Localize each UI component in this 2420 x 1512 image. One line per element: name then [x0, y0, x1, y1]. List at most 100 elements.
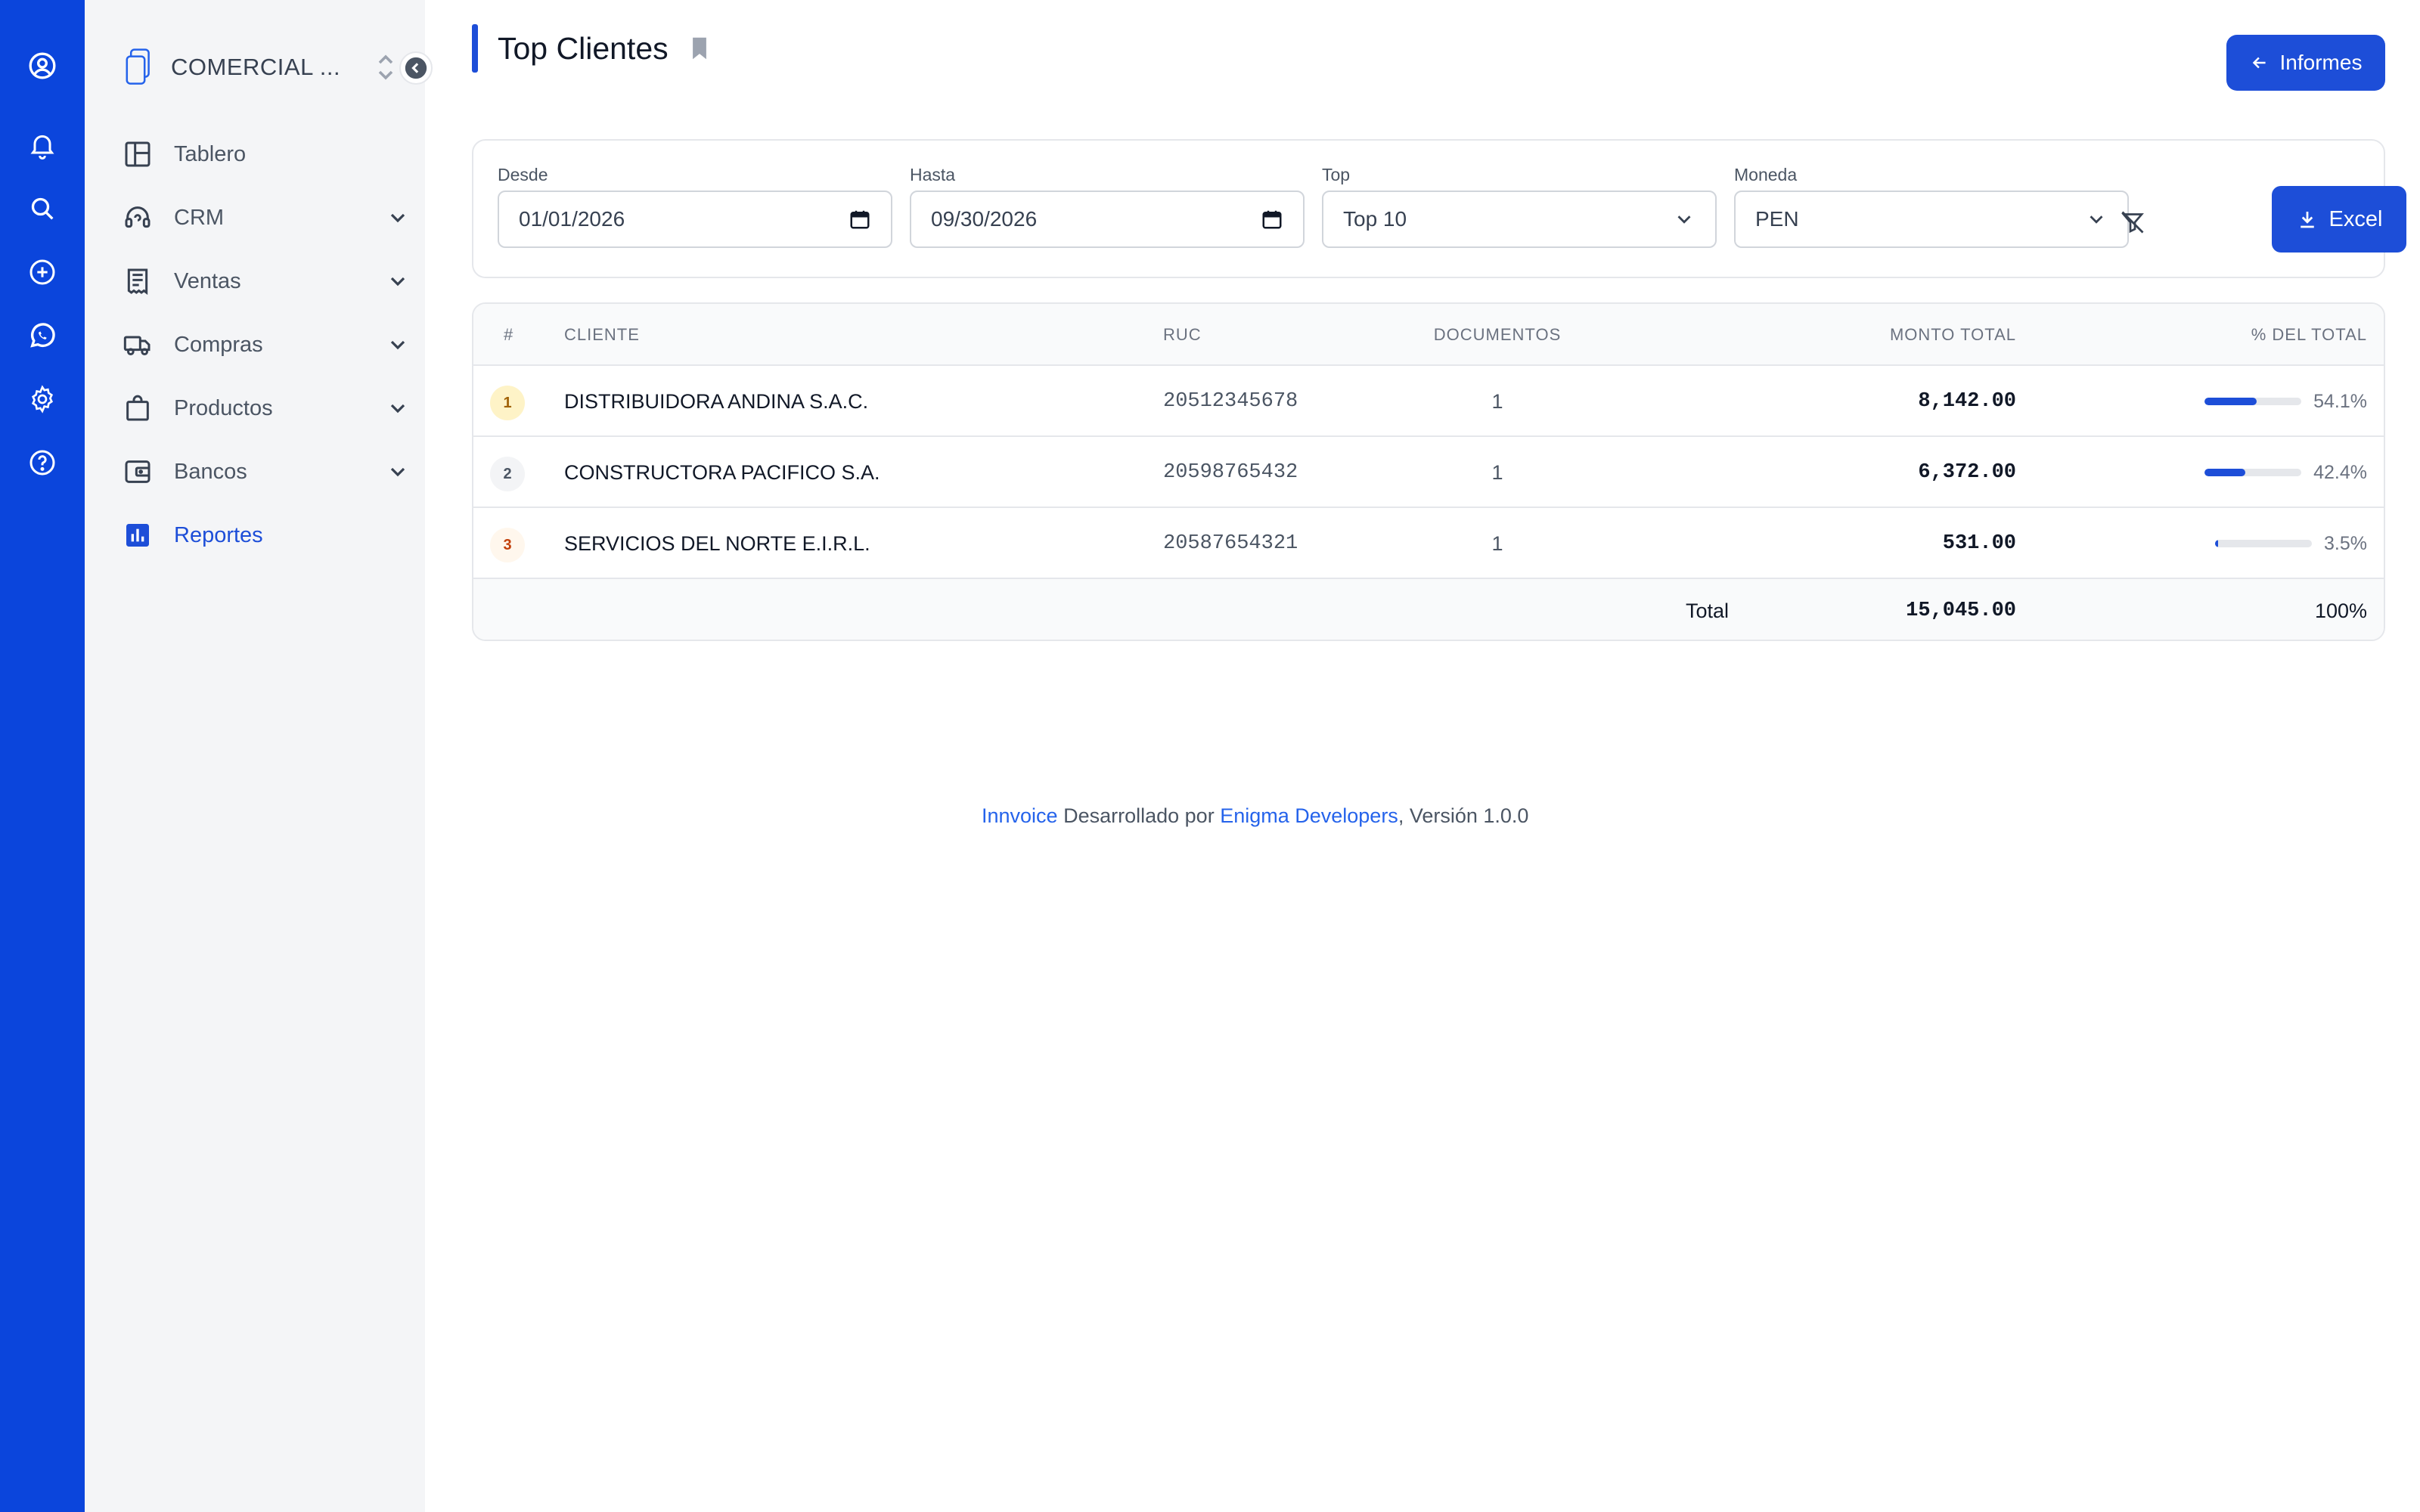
- moneda-select[interactable]: PEN: [1734, 191, 2129, 248]
- bar-chart-icon: [126, 524, 149, 547]
- sidebar-item-label: Productos: [174, 395, 273, 420]
- pct-bar-track: [2204, 469, 2302, 476]
- clear-filters-button[interactable]: [2116, 206, 2149, 239]
- whatsapp-icon[interactable]: [27, 321, 57, 351]
- help-icon[interactable]: [27, 448, 57, 478]
- col-pct: % DEL TOTAL: [2251, 325, 2367, 344]
- page-footer: Innvoice Desarrollado por Enigma Develop…: [982, 804, 1528, 828]
- col-monto: MONTO TOTAL: [1889, 325, 2016, 344]
- back-to-informes-button[interactable]: Informes: [2226, 35, 2385, 91]
- bookmark-icon[interactable]: [690, 36, 709, 60]
- company-selector[interactable]: COMERCIAL ...: [123, 44, 402, 91]
- top-field: Top Top 10: [1322, 165, 1717, 248]
- col-ruc: RUC: [1163, 325, 1202, 344]
- documentos-value: 1: [1491, 390, 1503, 413]
- pct-cell: 3.5%: [2215, 508, 2367, 579]
- gear-icon[interactable]: [27, 384, 57, 414]
- sidebar-item-ventas[interactable]: Ventas: [123, 249, 410, 313]
- desde-field: Desde 01/01/2026: [498, 165, 892, 248]
- sidebar-item-compras[interactable]: Compras: [123, 313, 410, 376]
- ruc-value: 20598765432: [1163, 461, 1298, 484]
- sidebar-item-label: Tablero: [174, 141, 247, 166]
- download-icon: [2300, 212, 2314, 228]
- documentos-value: 1: [1491, 461, 1503, 484]
- pct-value: 3.5%: [2324, 532, 2367, 554]
- hasta-date-input[interactable]: 09/30/2026: [910, 191, 1305, 248]
- export-excel-button[interactable]: Excel: [2272, 186, 2406, 253]
- top-clients-table: # CLIENTE RUC DOCUMENTOS MONTO TOTAL % D…: [472, 302, 2385, 641]
- chevron-down-icon: [390, 213, 405, 223]
- table-row[interactable]: 1 DISTRIBUIDORA ANDINA S.A.C. 2051234567…: [473, 366, 2384, 437]
- bell-icon[interactable]: [27, 130, 57, 160]
- chevron-down-icon: [390, 277, 405, 287]
- footer-text: Desarrollado por: [1057, 804, 1221, 827]
- pct-bar-fill: [2204, 469, 2246, 476]
- pct-cell: 42.4%: [2204, 437, 2367, 508]
- rank-badge: 2: [490, 457, 525, 491]
- pct-bar-fill: [2215, 540, 2219, 547]
- user-circle-icon[interactable]: [27, 51, 57, 81]
- page-title: Top Clientes: [498, 30, 669, 66]
- sidebar-nav: Tablero CRM Ventas Compras Productos Ban…: [123, 122, 410, 567]
- brand-link[interactable]: Innvoice: [982, 804, 1058, 827]
- moneda-label: Moneda: [1734, 165, 1798, 184]
- sidebar-item-reportes[interactable]: Reportes: [123, 503, 410, 567]
- pct-bar-track: [2204, 398, 2302, 405]
- sidebar-item-bancos[interactable]: Bancos: [123, 440, 410, 503]
- rank-badge: 3: [490, 528, 525, 562]
- hasta-field: Hasta 09/30/2026: [910, 165, 1305, 248]
- receipt-icon: [127, 268, 148, 295]
- developer-link[interactable]: Enigma Developers: [1220, 804, 1398, 827]
- page-header: Top Clientes: [472, 24, 709, 73]
- cliente-name: CONSTRUCTORA PACIFICO S.A.: [564, 461, 880, 484]
- sidebar-item-crm[interactable]: CRM: [123, 186, 410, 249]
- company-icon: [126, 48, 150, 85]
- sidebar-item-productos[interactable]: Productos: [123, 376, 410, 440]
- search-icon[interactable]: [27, 194, 57, 224]
- headset-icon: [125, 206, 150, 228]
- desde-date-input[interactable]: 01/01/2026: [498, 191, 892, 248]
- pct-bar-track: [2215, 540, 2313, 547]
- monto-value: 531.00: [1942, 532, 2016, 555]
- icon-rail: [0, 0, 85, 1512]
- total-pct: 100%: [2314, 600, 2367, 622]
- table-footer: Total 15,045.00 100%: [473, 579, 2384, 640]
- pct-value: 42.4%: [2313, 461, 2367, 483]
- sidebar: COMERCIAL ... Tablero CRM Ventas Compras…: [85, 0, 433, 1512]
- table-row[interactable]: 3 SERVICIOS DEL NORTE E.I.R.L. 205876543…: [473, 508, 2384, 579]
- col-cliente: CLIENTE: [564, 325, 640, 344]
- main-content: Top Clientes Informes Desde 01/01/2026 H…: [425, 0, 2420, 1512]
- table-header: # CLIENTE RUC DOCUMENTOS MONTO TOTAL % D…: [473, 304, 2384, 366]
- moneda-value: PEN: [1755, 207, 1799, 231]
- sidebar-item-label: CRM: [174, 205, 225, 230]
- chevron-down-icon: [1677, 215, 1691, 224]
- pct-value: 54.1%: [2313, 390, 2367, 412]
- truck-icon: [123, 336, 150, 355]
- sidebar-item-label: Bancos: [174, 459, 247, 484]
- chevron-down-icon: [390, 340, 405, 350]
- chevron-updown-icon: [378, 54, 393, 80]
- moneda-field: Moneda PEN: [1734, 165, 2129, 248]
- filters-card: Desde 01/01/2026 Hasta 09/30/2026 Top To…: [472, 139, 2406, 278]
- footer-version: , Versión 1.0.0: [1398, 804, 1529, 827]
- monto-value: 6,372.00: [1918, 461, 2016, 484]
- informes-label: Informes: [2279, 51, 2363, 74]
- hasta-value: 09/30/2026: [931, 207, 1038, 231]
- top-label: Top: [1322, 165, 1351, 184]
- excel-label: Excel: [2328, 206, 2383, 231]
- dashboard-icon: [125, 141, 150, 167]
- table-row[interactable]: 2 CONSTRUCTORA PACIFICO S.A. 20598765432…: [473, 437, 2384, 508]
- ruc-value: 20512345678: [1163, 390, 1298, 413]
- sidebar-item-label: Ventas: [174, 268, 241, 293]
- total-monto: 15,045.00: [1906, 600, 2016, 622]
- top-value: Top 10: [1343, 207, 1407, 231]
- top-select[interactable]: Top 10: [1322, 191, 1717, 248]
- chevron-down-icon: [2090, 215, 2103, 224]
- wallet-icon: [125, 460, 150, 483]
- sidebar-item-label: Reportes: [174, 522, 263, 547]
- sidebar-item-tablero[interactable]: Tablero: [123, 122, 410, 186]
- cliente-name: DISTRIBUIDORA ANDINA S.A.C.: [564, 390, 869, 413]
- arrow-left-icon: [2252, 57, 2266, 69]
- pct-cell: 54.1%: [2204, 366, 2367, 437]
- plus-circle-icon[interactable]: [27, 257, 57, 287]
